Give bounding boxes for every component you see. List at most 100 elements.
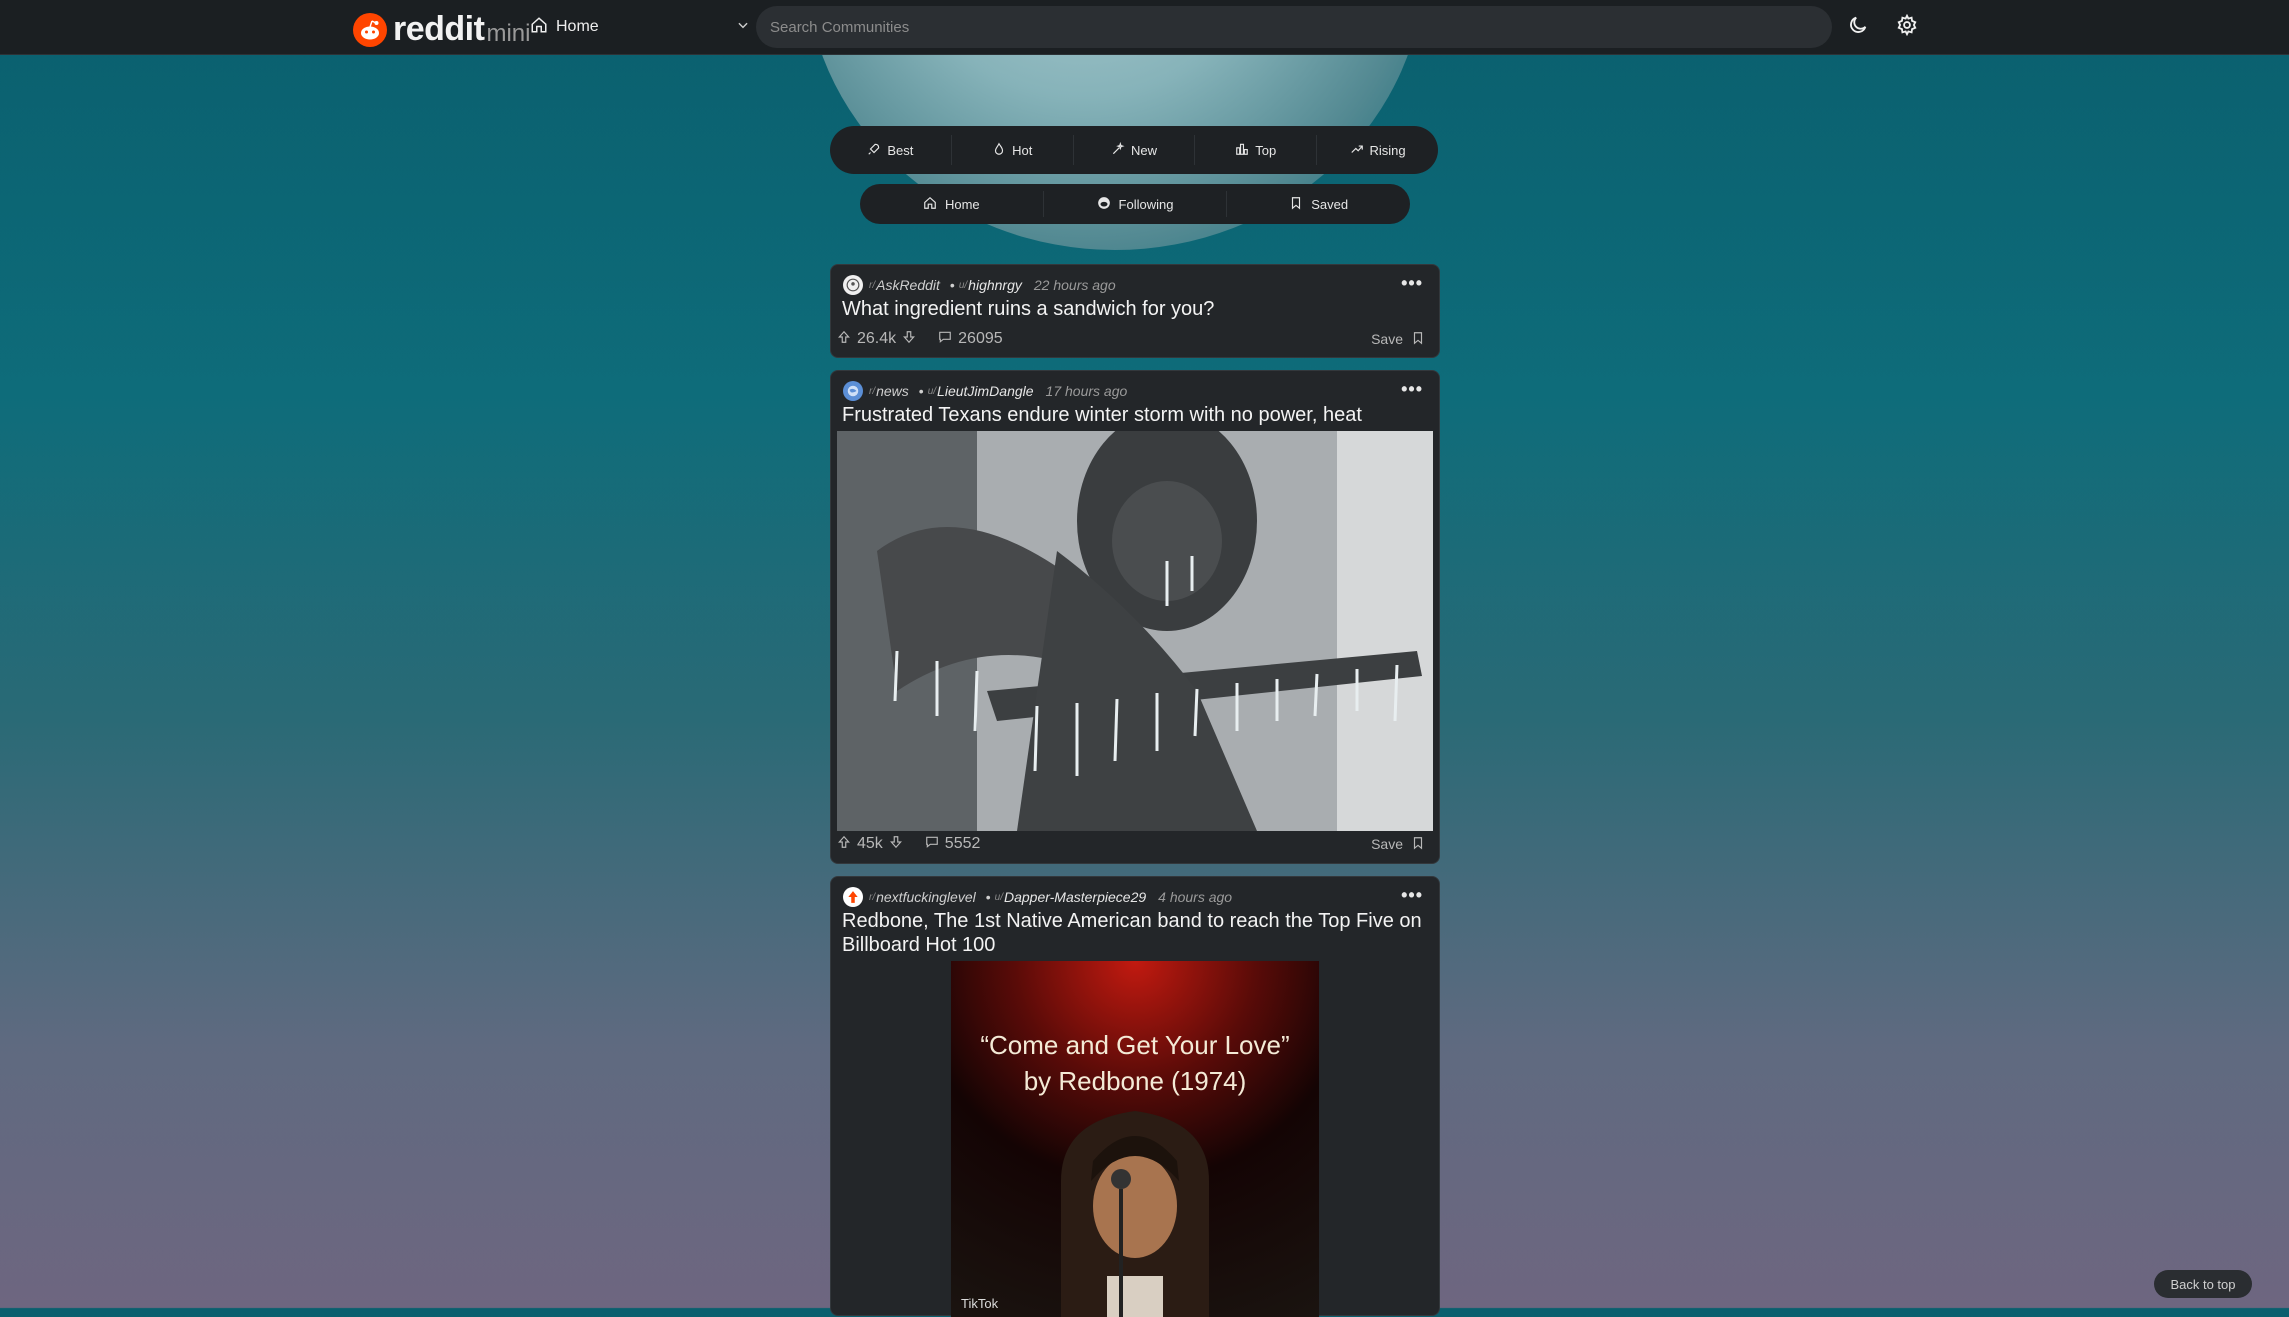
author-link[interactable]: LieutJimDangle [937, 383, 1034, 399]
dark-mode-toggle[interactable] [1843, 12, 1873, 42]
post-time: 22 hours ago [1033, 277, 1116, 293]
tab-hot-label: Hot [1012, 142, 1033, 158]
vote-count: 45k [857, 835, 883, 852]
tab-rising-label: Rising [1369, 142, 1406, 158]
post-title[interactable]: What ingredient ruins a sandwich for you… [842, 297, 1432, 321]
post-meta: r/ news • u/ LieutJimDangle 17 hours ago [843, 381, 1127, 401]
tab-saved[interactable]: Saved [1227, 191, 1410, 217]
tab-home[interactable]: Home [860, 191, 1044, 217]
rocket-icon [867, 142, 881, 159]
author-link[interactable]: highnrgy [968, 277, 1022, 293]
reddit-alien-icon [353, 12, 387, 47]
post-card[interactable]: r/ AskReddit • u/ highnrgy 22 hours ago … [830, 264, 1440, 358]
back-to-top-button[interactable]: Back to top [2154, 1270, 2252, 1298]
gear-icon [1896, 13, 1918, 41]
post-card[interactable]: r/ news • u/ LieutJimDangle 17 hours ago… [830, 370, 1440, 864]
save-button[interactable]: Save [1371, 835, 1425, 854]
subreddit-prefix: r/ [869, 891, 876, 903]
post-image[interactable] [837, 431, 1433, 831]
save-label: Save [1371, 836, 1403, 852]
user-prefix: u/ [927, 385, 937, 397]
feed-selector[interactable]: Home [530, 8, 750, 46]
separator-dot: • [985, 889, 991, 905]
comment-icon [925, 835, 939, 854]
tab-rising[interactable]: Rising [1317, 135, 1438, 165]
tab-new[interactable]: New [1074, 135, 1196, 165]
comment-count: 26095 [958, 330, 1003, 347]
feed-tabs: Home Following Saved [860, 184, 1410, 224]
upvote-icon[interactable] [837, 330, 851, 349]
save-label: Save [1371, 331, 1403, 347]
post-meta: r/ AskReddit • u/ highnrgy 22 hours ago [843, 275, 1116, 295]
comments-button[interactable]: 5552 [925, 835, 981, 854]
subreddit-avatar [843, 275, 863, 295]
logo-text: reddit [393, 10, 485, 48]
more-options-icon[interactable]: ••• [1401, 379, 1423, 400]
post-actions: 45k 5552 Save [837, 832, 1425, 856]
vote-count: 26.4k [857, 330, 897, 347]
post-time: 17 hours ago [1045, 383, 1128, 399]
tab-top[interactable]: Top [1195, 135, 1318, 165]
author-link[interactable]: Dapper-Masterpiece29 [1004, 889, 1146, 905]
sparkle-icon [1111, 141, 1125, 159]
subreddit-link[interactable]: news [876, 383, 909, 399]
app-logo[interactable]: reddit mini [353, 10, 530, 49]
reddit-alien-icon [1097, 196, 1111, 213]
subreddit-prefix: r/ [869, 385, 876, 397]
downvote-icon[interactable] [902, 330, 916, 349]
post-card[interactable]: r/ nextfuckinglevel • u/ Dapper-Masterpi… [830, 876, 1440, 1317]
post-title[interactable]: Redbone, The 1st Native American band to… [842, 909, 1432, 957]
subreddit-link[interactable]: nextfuckinglevel [876, 889, 976, 905]
home-icon [530, 16, 548, 39]
tab-saved-label: Saved [1311, 196, 1349, 212]
logo-suffix: mini [486, 19, 531, 47]
tab-home-label: Home [944, 196, 980, 212]
save-button[interactable]: Save [1371, 330, 1425, 349]
vote-controls: 45k [837, 835, 903, 854]
settings-button[interactable] [1892, 12, 1922, 42]
post-meta: r/ nextfuckinglevel • u/ Dapper-Masterpi… [843, 887, 1232, 907]
bookmark-icon [1411, 330, 1425, 349]
sort-tabs: Best Hot New Top Rising [830, 126, 1438, 174]
post-title[interactable]: Frustrated Texans endure winter storm wi… [842, 403, 1432, 427]
post-video[interactable]: “Come and Get Your Love” by Redbone (197… [951, 961, 1319, 1317]
tab-top-label: Top [1255, 142, 1277, 158]
chevron-down-icon [736, 18, 750, 37]
bookmark-icon [1289, 196, 1303, 213]
search-bar[interactable] [756, 6, 1832, 48]
moon-icon [1847, 14, 1869, 41]
comments-button[interactable]: 26095 [938, 330, 1003, 349]
home-icon [923, 196, 937, 213]
subreddit-link[interactable]: AskReddit [876, 277, 940, 293]
video-watermark: TikTok [961, 1296, 999, 1311]
bar-chart-icon [1235, 142, 1249, 159]
more-options-icon[interactable]: ••• [1401, 273, 1423, 294]
search-input[interactable] [768, 17, 1832, 37]
feed-selector-label: Home [556, 18, 599, 35]
top-bar: reddit mini Home [0, 0, 2289, 55]
comment-count: 5552 [944, 835, 981, 852]
downvote-icon[interactable] [889, 835, 903, 854]
upvote-icon[interactable] [837, 835, 851, 854]
subreddit-prefix: r/ [869, 279, 876, 291]
subreddit-avatar [843, 887, 863, 907]
comment-icon [938, 330, 952, 349]
tab-best-label: Best [887, 142, 914, 158]
tab-hot[interactable]: Hot [952, 135, 1074, 165]
tab-following[interactable]: Following [1044, 191, 1228, 217]
post-actions: 26.4k 26095 Save [837, 327, 1425, 351]
vote-controls: 26.4k [837, 330, 916, 349]
bookmark-icon [1411, 835, 1425, 854]
user-prefix: u/ [994, 891, 1003, 903]
trend-up-icon [1350, 142, 1364, 159]
user-prefix: u/ [958, 279, 968, 291]
flame-icon [992, 142, 1006, 159]
post-time: 4 hours ago [1158, 889, 1233, 905]
tab-following-label: Following [1118, 196, 1174, 212]
separator-dot: • [949, 277, 955, 293]
more-options-icon[interactable]: ••• [1401, 885, 1423, 906]
subreddit-avatar [843, 381, 863, 401]
separator-dot: • [918, 383, 924, 399]
tab-best[interactable]: Best [830, 135, 952, 165]
tab-new-label: New [1130, 142, 1157, 158]
